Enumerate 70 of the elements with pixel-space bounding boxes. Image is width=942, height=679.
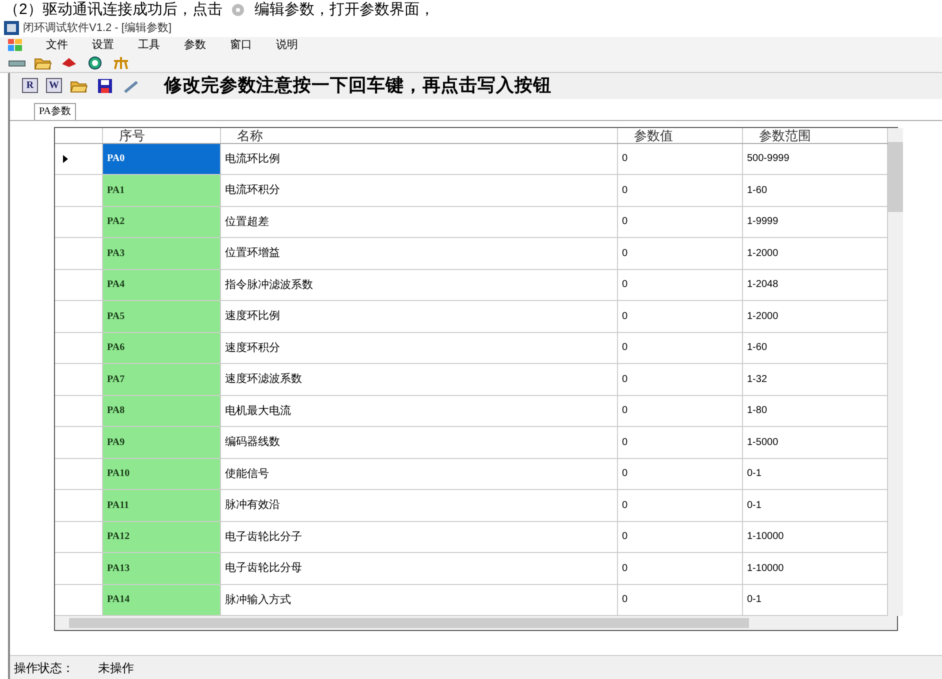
table-cell[interactable]: 0 xyxy=(618,270,743,300)
menu-item[interactable]: 设置 xyxy=(92,37,114,54)
table-cell[interactable]: 0 xyxy=(618,175,743,206)
notice-text: 修改完参数注意按一下回车键，再点击写入按钮 xyxy=(164,74,552,98)
table-cell[interactable]: PA2 xyxy=(103,206,221,237)
table-cell[interactable]: PA6 xyxy=(103,332,221,363)
instruction-text: 编辑参数，打开参数界面， xyxy=(254,2,434,18)
table-cell[interactable]: PA5 xyxy=(103,301,221,332)
table-cell[interactable]: 编码器线数 xyxy=(221,427,618,458)
table-cell[interactable]: 0 xyxy=(618,396,743,426)
menu-item[interactable]: 文件 xyxy=(46,37,68,54)
window-title: 闭环调试软件V1.2 - [编辑参数] xyxy=(23,20,172,36)
table-cell[interactable]: 0 xyxy=(618,490,743,520)
status-value: 未操作 xyxy=(98,660,134,677)
table-cell[interactable]: PA3 xyxy=(103,238,221,268)
table-cell[interactable]: PA0 xyxy=(103,144,221,174)
vertical-scrollbar[interactable] xyxy=(888,128,903,616)
table-cell[interactable]: PA7 xyxy=(103,364,221,394)
table-cell[interactable]: 0 xyxy=(618,553,743,584)
write-button[interactable]: W xyxy=(46,78,62,93)
table-cell[interactable]: 0 xyxy=(618,144,743,174)
table-cell[interactable]: PA4 xyxy=(103,270,221,300)
instruction-text: （2）驱动通讯连接成功后，点击 xyxy=(4,2,222,18)
status-label: 操作状态： xyxy=(14,660,74,677)
table-cell[interactable]: 脉冲有效沿 xyxy=(221,490,618,520)
table-cell[interactable]: 指令脉冲滤波系数 xyxy=(221,270,618,300)
table-cell[interactable]: 电流环比例 xyxy=(221,144,618,174)
menu-item[interactable]: 参数 xyxy=(184,37,206,54)
column-header[interactable]: 序号 xyxy=(103,128,221,142)
table-cell[interactable]: 速度环积分 xyxy=(221,332,618,363)
column-header[interactable]: 参数值 xyxy=(618,128,743,142)
table-cell[interactable]: PA14 xyxy=(103,584,221,615)
table-cell[interactable]: PA8 xyxy=(103,396,221,426)
table-cell[interactable]: 电子齿轮比分子 xyxy=(221,522,618,552)
table-cell[interactable]: 脉冲输入方式 xyxy=(221,584,618,615)
table-cell[interactable]: 0 xyxy=(618,332,743,363)
tab[interactable]: PA参数 xyxy=(34,102,76,120)
table-cell[interactable]: PA12 xyxy=(103,522,221,552)
horizontal-scrollbar[interactable] xyxy=(55,616,897,630)
read-button[interactable]: R xyxy=(22,78,38,93)
window-icon[interactable] xyxy=(8,39,22,52)
table-cell[interactable]: 0 xyxy=(618,584,743,615)
table-cell[interactable]: PA13 xyxy=(103,553,221,584)
table-cell[interactable]: 0 xyxy=(618,364,743,394)
table-cell[interactable]: PA10 xyxy=(103,458,221,489)
table-cell[interactable]: 位置环增益 xyxy=(221,238,618,268)
menu-item[interactable]: 说明 xyxy=(276,37,298,54)
table-cell[interactable]: 速度环滤波系数 xyxy=(221,364,618,394)
table-cell[interactable]: 0 xyxy=(618,238,743,268)
table-cell[interactable]: 电流环积分 xyxy=(221,175,618,206)
menu-item[interactable]: 工具 xyxy=(138,37,160,54)
save-icon[interactable] xyxy=(96,78,114,94)
table-cell[interactable]: 速度环比例 xyxy=(221,301,618,332)
table-cell[interactable]: PA1 xyxy=(103,175,221,206)
menu-item[interactable]: 窗口 xyxy=(230,37,252,54)
clock-icon[interactable] xyxy=(86,54,104,71)
table-cell[interactable]: 0 xyxy=(618,301,743,332)
current-row-icon xyxy=(63,154,68,163)
table-cell[interactable]: 0 xyxy=(618,206,743,237)
table-cell[interactable]: 0 xyxy=(618,458,743,489)
app-icon xyxy=(4,21,19,36)
table-cell[interactable]: 0 xyxy=(618,522,743,552)
table-cell[interactable]: 使能信号 xyxy=(221,458,618,489)
table-cell[interactable]: 电机最大电流 xyxy=(221,396,618,426)
table-cell[interactable]: 0 xyxy=(618,427,743,458)
table-cell[interactable]: 位置超差 xyxy=(221,206,618,237)
column-header[interactable]: 名称 xyxy=(221,128,618,142)
table-cell[interactable]: PA11 xyxy=(103,490,221,520)
table-cell[interactable]: PA9 xyxy=(103,427,221,458)
table-cell[interactable]: 电子齿轮比分母 xyxy=(221,553,618,584)
